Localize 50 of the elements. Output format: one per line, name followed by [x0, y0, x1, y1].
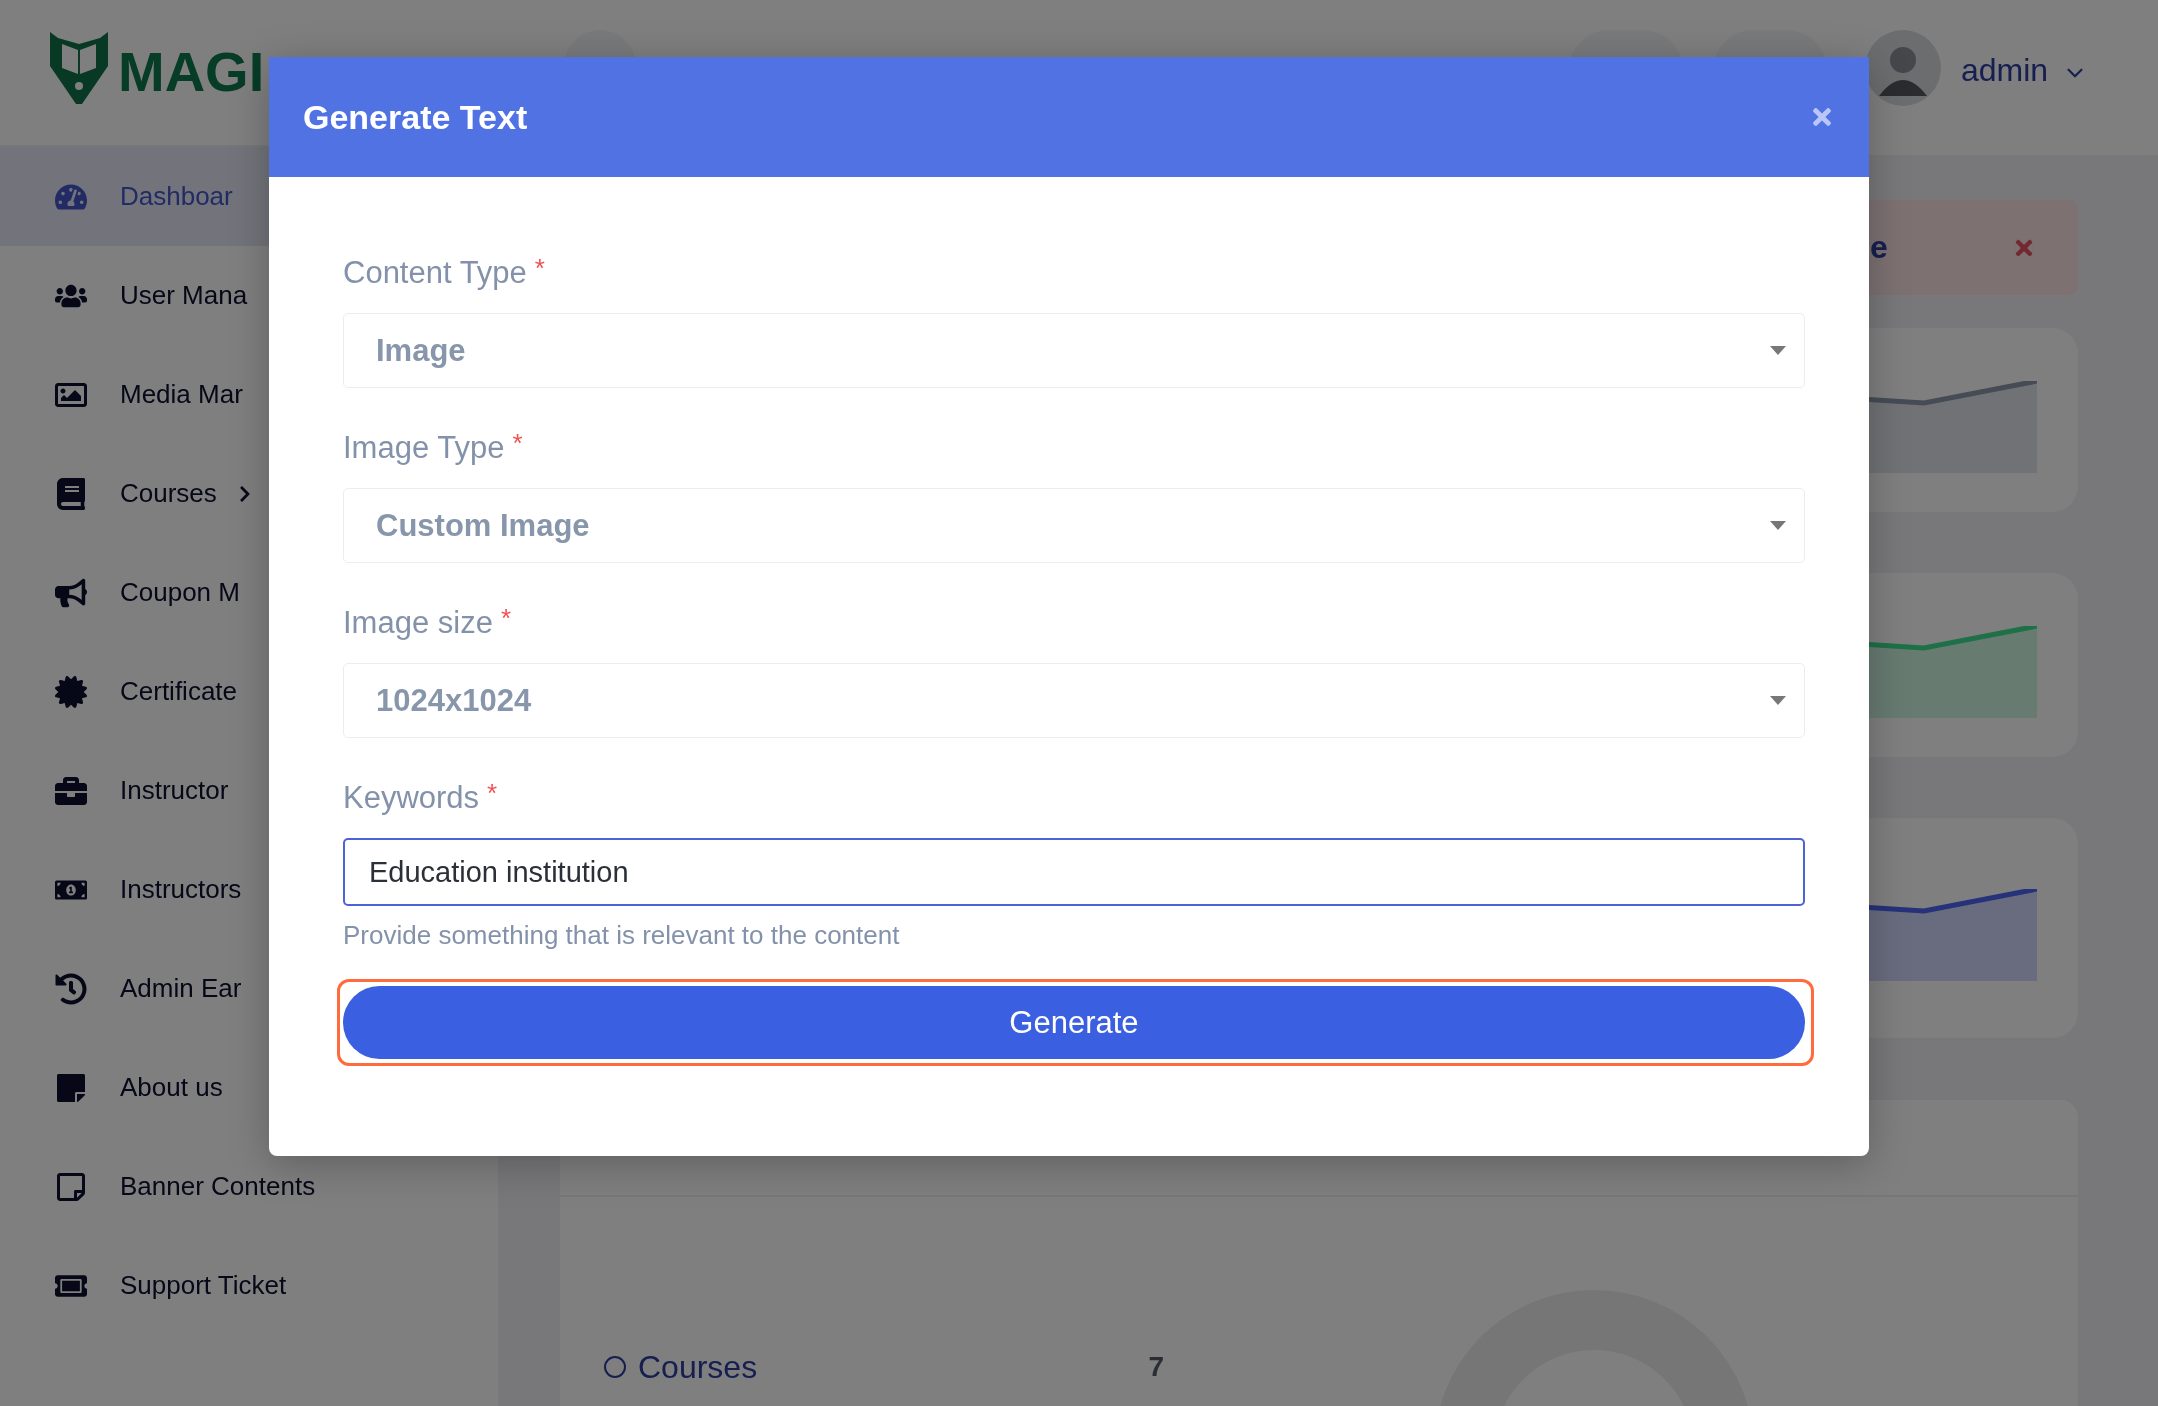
input-field[interactable]: Education institution	[343, 838, 1805, 906]
sidebar-item-label: Banner Contents	[120, 1171, 316, 1202]
sidebar-item-label: Dashboar	[120, 181, 233, 212]
modal-title: Generate Text	[303, 97, 528, 137]
required-mark: *	[534, 253, 545, 283]
megaphone-icon	[55, 576, 87, 609]
avatar-icon[interactable]	[1865, 30, 1941, 106]
select-field[interactable]: Image	[343, 313, 1805, 388]
required-mark: *	[487, 778, 498, 808]
alert-text: e	[1870, 229, 1888, 266]
field-label: Image size	[343, 604, 493, 642]
help-text: Provide something that is relevant to the content	[343, 920, 901, 951]
generate-button[interactable]: Generate	[343, 986, 1805, 1059]
field-label: Image Type	[343, 429, 505, 467]
logo-text: MAGI	[118, 44, 265, 100]
sidebar-item-label: Support Ticket	[120, 1270, 287, 1301]
sidebar-item-label: Courses	[120, 478, 217, 509]
select-value: Custom Image	[376, 507, 590, 544]
select-value: 1024x1024	[376, 682, 532, 719]
sidebar-item[interactable]: Support Ticket	[0, 1236, 498, 1335]
select-field[interactable]: 1024x1024	[343, 663, 1805, 738]
note-icon	[55, 1071, 87, 1104]
legend-marker	[604, 1356, 626, 1378]
book-icon	[55, 477, 87, 510]
sidebar-item[interactable]: Banner Contents	[0, 1137, 498, 1236]
sidebar-item-label: Coupon M	[120, 577, 240, 608]
badge-icon	[55, 675, 87, 708]
legend-label: Courses	[638, 1348, 759, 1386]
sidebar-item-label: About us	[120, 1072, 223, 1103]
sidebar-item-label: User Mana	[120, 280, 248, 311]
sidebar-item-label: Media Mar	[120, 379, 243, 410]
legend-value: 7	[1148, 1351, 1164, 1383]
required-mark: *	[512, 428, 523, 458]
note-icon	[55, 1170, 87, 1203]
select-field[interactable]: Custom Image	[343, 488, 1805, 563]
caret-icon	[1770, 521, 1786, 530]
briefcase-icon	[55, 774, 87, 807]
sidebar-item-label: Certificate	[120, 676, 238, 707]
caret-icon	[1770, 696, 1786, 705]
select-value: Image	[376, 332, 466, 369]
field-label: Keywords	[343, 779, 480, 817]
sidebar-item-label: Instructors	[120, 874, 242, 905]
field-label: Content Type	[343, 254, 527, 292]
caret-icon	[1770, 346, 1786, 355]
sidebar-item-label: Admin Ear	[120, 973, 242, 1004]
user-name[interactable]: admin	[1961, 52, 2049, 89]
logo-icon	[48, 30, 110, 106]
history-icon	[55, 972, 87, 1005]
required-mark: *	[500, 603, 512, 633]
sidebar-item-label: Instructor	[120, 775, 229, 806]
